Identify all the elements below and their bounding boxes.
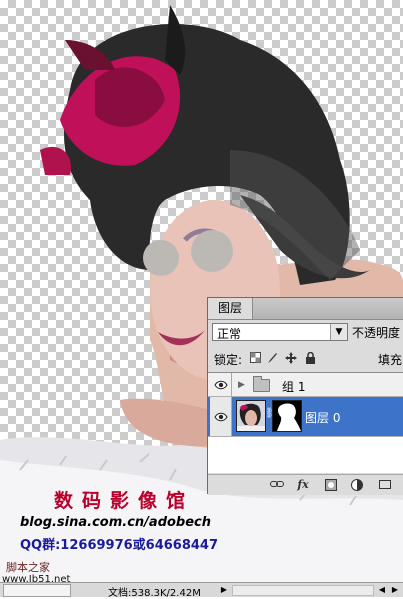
adjustment-layer-icon[interactable] <box>350 479 364 491</box>
expand-triangle-icon[interactable]: ▶ <box>238 380 245 390</box>
panel-footer: fx <box>208 474 403 495</box>
layers-panel: 图层 正常 ▼ 不透明度 锁定: 填充 ▶ 组 1 图层 0 fx <box>207 297 403 495</box>
watermark-blog-url: blog.sina.com.cn/adobech <box>20 515 212 530</box>
blend-mode-select[interactable]: 正常 ▼ <box>212 323 348 341</box>
blend-mode-value: 正常 <box>217 327 242 341</box>
layer-name: 图层 0 <box>305 411 341 425</box>
lock-move-icon[interactable] <box>285 352 297 364</box>
status-menu-arrow-icon[interactable]: ▶ <box>219 584 229 595</box>
blend-row: 正常 ▼ 不透明度 <box>208 322 403 344</box>
watermark-title: 数码影像馆 <box>54 490 195 512</box>
link-icon[interactable] <box>270 479 284 491</box>
watermark-qq-group: QQ群:12669976或64668447 <box>20 538 219 553</box>
layer-row-group-1[interactable]: ▶ 组 1 <box>208 373 403 397</box>
tab-layers[interactable]: 图层 <box>208 298 254 319</box>
folder-icon <box>253 376 270 392</box>
watermark-site-name: 脚本之家 <box>6 561 50 574</box>
lock-brush-icon[interactable] <box>266 352 278 364</box>
visibility-eye-icon[interactable] <box>210 397 232 436</box>
panel-tab-bar: 图层 <box>208 298 403 320</box>
new-group-icon[interactable] <box>378 479 392 491</box>
opacity-label: 不透明度 <box>352 326 401 340</box>
lock-transparent-icon[interactable] <box>249 352 261 364</box>
watermark-site-url: www.Jb51.net <box>2 574 71 582</box>
lock-label: 锁定: <box>214 353 243 367</box>
chevron-down-icon[interactable]: ▼ <box>330 324 347 340</box>
add-mask-icon[interactable] <box>324 479 338 491</box>
layer-thumbnail[interactable] <box>236 400 266 432</box>
status-bar: 文档:538.3K/2.42M ▶ ◀ ▶ <box>0 582 403 599</box>
lock-row: 锁定: 填充 <box>208 348 403 370</box>
horizontal-scrollbar[interactable] <box>232 585 374 596</box>
scroll-right-icon[interactable]: ▶ <box>390 584 400 595</box>
layers-list: ▶ 组 1 ⛓ 图层 0 <box>208 372 403 473</box>
fx-icon[interactable]: fx <box>296 479 310 491</box>
lock-all-icon[interactable] <box>304 351 316 364</box>
scroll-left-icon[interactable]: ◀ <box>377 584 387 595</box>
fill-label: 填充 <box>378 353 403 367</box>
layer-mask-thumbnail[interactable] <box>272 400 302 432</box>
zoom-field[interactable] <box>3 584 71 597</box>
visibility-eye-icon[interactable] <box>210 373 232 396</box>
group-name: 组 1 <box>282 380 306 394</box>
layer-row-layer-0[interactable]: ⛓ 图层 0 <box>208 397 403 437</box>
